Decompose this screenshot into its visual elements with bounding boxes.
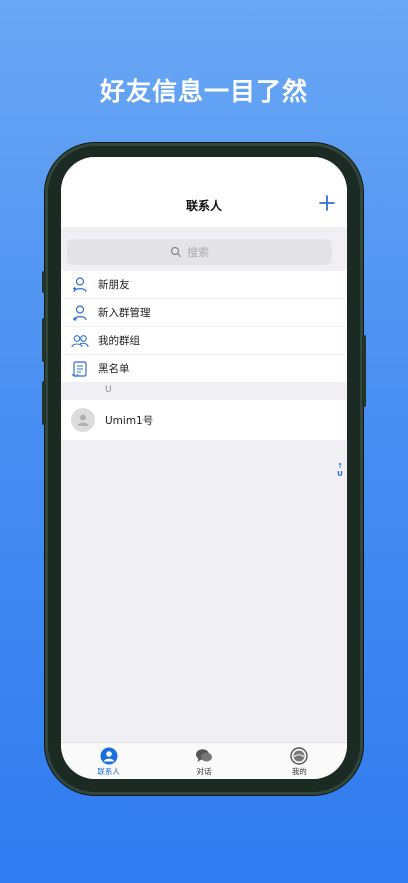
section-header: U	[61, 382, 347, 400]
contacts-icon	[100, 747, 118, 765]
contact-name: Umim1号	[105, 414, 154, 427]
new-friend-icon	[73, 276, 87, 292]
list-item-label: 我的群组	[98, 335, 140, 347]
list-item-blacklist[interactable]: 黑名单	[61, 355, 347, 382]
tab-contacts[interactable]: 联系人	[61, 743, 156, 779]
search-icon	[170, 246, 182, 258]
volume-up-button	[42, 318, 46, 362]
promo-headline: 好友信息一目了然	[99, 77, 308, 106]
phone-frame: 联系人 新朋友	[42, 143, 366, 795]
index-letter[interactable]: U	[336, 470, 344, 478]
blacklist-icon	[71, 360, 87, 377]
app-screen: 联系人 新朋友	[61, 157, 347, 779]
contact-row[interactable]: Umim1号	[61, 400, 347, 440]
tab-label: 对话	[196, 767, 212, 776]
tab-label: 联系人	[97, 767, 120, 776]
navigation-bar: 联系人	[61, 157, 347, 227]
chat-icon	[195, 749, 212, 762]
section-letter: U	[105, 385, 112, 395]
tab-label: 我的	[291, 767, 307, 776]
search-input[interactable]	[185, 244, 229, 260]
list-item-my-groups[interactable]: 我的群组	[61, 327, 347, 355]
power-button	[362, 335, 366, 407]
volume-down-button	[42, 381, 46, 425]
tab-chat[interactable]: 对话	[156, 743, 251, 779]
index-arrow-icon[interactable]: ↑	[336, 462, 344, 470]
list-item-label: 新朋友	[98, 279, 130, 291]
list-item-label: 黑名单	[98, 363, 130, 375]
list-item-label: 新入群管理	[98, 307, 151, 319]
function-list: 新朋友 新入群管理 我的群组 黑名单	[61, 271, 347, 382]
group-join-icon	[73, 304, 87, 321]
search-bar[interactable]	[67, 239, 332, 265]
page-title: 联系人	[185, 199, 222, 213]
profile-icon	[290, 747, 309, 765]
avatar	[71, 408, 95, 432]
tab-bar: 联系人 对话 我的	[61, 742, 347, 779]
tab-profile[interactable]: 我的	[252, 743, 347, 779]
add-icon[interactable]	[315, 191, 339, 215]
my-groups-icon	[71, 334, 89, 347]
list-item-group-join-management[interactable]: 新入群管理	[61, 299, 347, 327]
list-item-new-friends[interactable]: 新朋友	[61, 271, 347, 299]
alphabet-index-bar[interactable]: ↑ U	[336, 462, 344, 478]
default-avatar-icon	[77, 414, 89, 426]
side-button	[42, 271, 46, 293]
